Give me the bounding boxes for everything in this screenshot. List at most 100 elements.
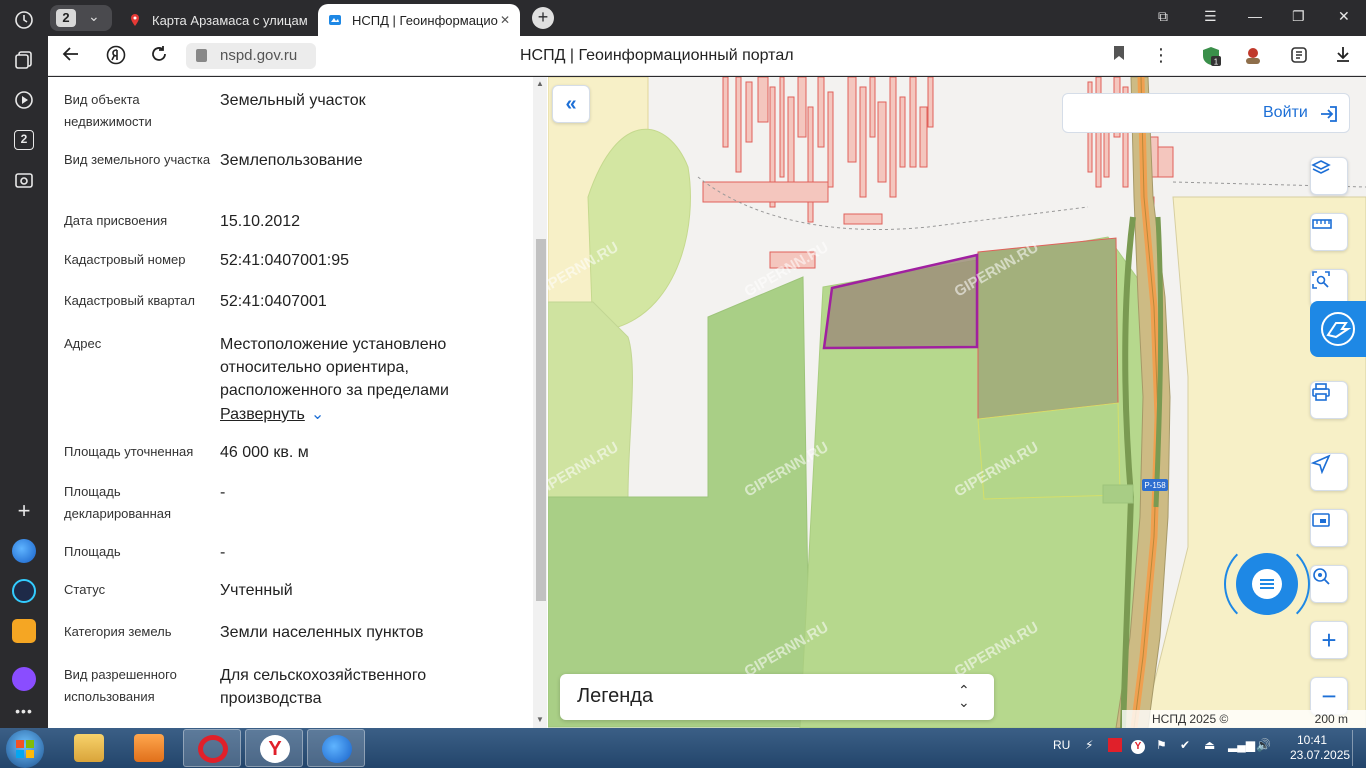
history-icon[interactable] <box>12 8 36 32</box>
taskbar-media-player[interactable] <box>120 729 178 767</box>
minimize-icon[interactable]: — <box>1248 8 1262 24</box>
tab-group-button[interactable]: 2 ⌄ <box>50 5 112 31</box>
more-vertical-icon[interactable]: ⋮ <box>1150 45 1172 67</box>
media-player-icon <box>134 734 164 762</box>
taskbar-yandex-browser[interactable]: Y <box>245 729 303 767</box>
security-icon[interactable]: ✔ <box>1180 738 1190 752</box>
selected-parcel[interactable] <box>822 253 979 350</box>
assistant-app-icon[interactable] <box>12 579 36 603</box>
address-domain: nspd.gov.ru <box>220 47 298 64</box>
show-desktop-button[interactable] <box>1352 730 1364 766</box>
scroll-up-icon[interactable]: ▲ <box>536 79 544 88</box>
field-value[interactable]: 52:41:0407001 <box>220 290 520 313</box>
taskbar-opera[interactable] <box>183 729 241 767</box>
minus-icon: − <box>1321 681 1337 711</box>
clock-date: 23.07.2025 <box>1290 748 1351 762</box>
scrollbar-thumb[interactable] <box>536 239 546 601</box>
login-button[interactable]: Войти <box>1062 93 1350 133</box>
print-button[interactable] <box>1310 381 1348 419</box>
profile-extension-icon[interactable] <box>1242 45 1264 67</box>
windows-taskbar: Y RU ⚡ Y ⚑ ✔ ⏏ ▂▄▆ 🔊 10:41 23.07.2025 <box>0 728 1366 768</box>
close-tab-icon[interactable]: ✕ <box>500 13 510 27</box>
more-icon[interactable]: ••• <box>12 699 36 723</box>
flag-icon[interactable]: ⚑ <box>1156 738 1167 752</box>
tab-count-icon[interactable]: 2 <box>12 128 36 152</box>
screenshot-icon[interactable] <box>12 168 36 192</box>
double-chevron-left-icon: « <box>565 92 577 115</box>
media-play-icon[interactable] <box>12 88 36 112</box>
tab-map-arzamas[interactable]: Карта Арзамаса с улицам <box>118 4 314 36</box>
thematic-map-button[interactable] <box>1310 301 1366 357</box>
usb-icon[interactable]: ⏏ <box>1204 738 1215 752</box>
field-value: Учтенный <box>220 582 293 599</box>
zoom-in-button[interactable]: + <box>1310 621 1348 659</box>
field-label: Кадастровый номер <box>64 252 186 267</box>
map-canvas[interactable]: Р-158 GIPERNN.RU GIPERNN.RU GIPERNN.RU G… <box>548 77 1366 728</box>
map-view[interactable]: Р-158 GIPERNN.RU GIPERNN.RU GIPERNN.RU G… <box>548 77 1366 728</box>
yandex-icon[interactable] <box>106 45 126 70</box>
start-button[interactable] <box>6 730 44 768</box>
chevron-down-icon: ⌄ <box>310 406 325 423</box>
field-label: Площадь <box>64 544 121 559</box>
scale-bar: 200 m <box>1258 710 1358 728</box>
system-clock[interactable]: 10:41 23.07.2025 <box>1290 733 1351 763</box>
download-icon[interactable] <box>1332 45 1354 67</box>
bookmarks-icon[interactable]: ⧉ <box>1158 8 1168 25</box>
location-search-button[interactable] <box>1310 565 1348 603</box>
location-search-icon <box>1313 568 1330 585</box>
field-value[interactable]: 52:41:0407001:95 <box>220 249 520 272</box>
field-label: Статус <box>64 582 106 597</box>
geolocation-button[interactable] <box>1310 453 1348 491</box>
reload-icon[interactable] <box>150 45 168 68</box>
signal-icon[interactable]: ▂▄▆ <box>1228 738 1255 752</box>
language-indicator[interactable]: RU <box>1053 738 1070 752</box>
measure-button[interactable] <box>1310 213 1348 251</box>
menu-icon[interactable]: ☰ <box>1204 8 1217 25</box>
layers-button[interactable] <box>1310 157 1348 195</box>
alice-app-icon[interactable] <box>12 667 36 691</box>
panel-scrollbar[interactable]: ▲ ▼ <box>533 77 547 728</box>
yandex-browser-icon: Y <box>260 735 290 763</box>
field-value: - <box>220 544 226 561</box>
add-panel-icon[interactable]: + <box>12 498 36 523</box>
navigation-arrow-icon <box>1311 454 1331 474</box>
address-bar-row: nspd.gov.ru НСПД | Геоинформационный пор… <box>48 36 1366 76</box>
tab-count-badge: 2 <box>14 130 34 150</box>
bookmark-icon[interactable] <box>1108 45 1130 67</box>
close-window-icon[interactable]: ✕ <box>1338 8 1350 25</box>
network-activity-icon[interactable]: ⚡ <box>1085 738 1093 752</box>
field-label: Адрес <box>64 336 102 351</box>
mail-app-icon[interactable] <box>12 619 36 643</box>
address-field[interactable]: nspd.gov.ru <box>186 43 316 69</box>
adblock-extension-icon[interactable]: 1 <box>1200 45 1222 67</box>
expand-link[interactable]: Развернуть ⌄ <box>220 403 520 426</box>
restore-icon[interactable]: ❐ <box>1292 8 1305 25</box>
collapse-panel-button[interactable]: « <box>552 85 590 123</box>
taskbar-explorer[interactable] <box>60 729 118 767</box>
anydesk-icon[interactable] <box>1108 738 1122 755</box>
clock-time: 10:41 <box>1296 733 1328 747</box>
back-icon[interactable] <box>62 45 80 68</box>
tab-nspd[interactable]: НСПД | Геоинформацио ✕ <box>318 4 520 36</box>
messenger-app-icon[interactable] <box>12 539 36 563</box>
chat-button[interactable] <box>1236 553 1298 615</box>
minimap-button[interactable] <box>1310 509 1348 547</box>
messenger-icon <box>322 735 352 763</box>
scroll-down-icon[interactable]: ▼ <box>536 715 544 724</box>
field-value: Для сельскохозяйственного производства <box>220 667 427 707</box>
collections-icon[interactable] <box>12 48 36 72</box>
folder-icon <box>74 734 104 762</box>
volume-icon[interactable]: 🔊 <box>1256 738 1271 752</box>
taskbar-messenger[interactable] <box>307 729 365 767</box>
yandex-tray-icon[interactable]: Y <box>1131 738 1145 754</box>
attribution-text: НСПД 2025 © <box>1152 712 1229 726</box>
reader-extension-icon[interactable] <box>1288 45 1310 67</box>
new-tab-button[interactable]: + <box>532 7 554 29</box>
legend-panel[interactable]: Легенда ⌃ ⌄ <box>560 674 994 720</box>
chevron-down-icon: ⌄ <box>88 8 100 24</box>
chat-icon <box>1252 569 1282 599</box>
field-label: Вид объекта недвижимости <box>64 92 152 129</box>
field-label: Категория земель <box>64 624 172 639</box>
field-value: Земельный участок <box>220 92 366 109</box>
field-value: 15.10.2012 <box>220 213 301 230</box>
